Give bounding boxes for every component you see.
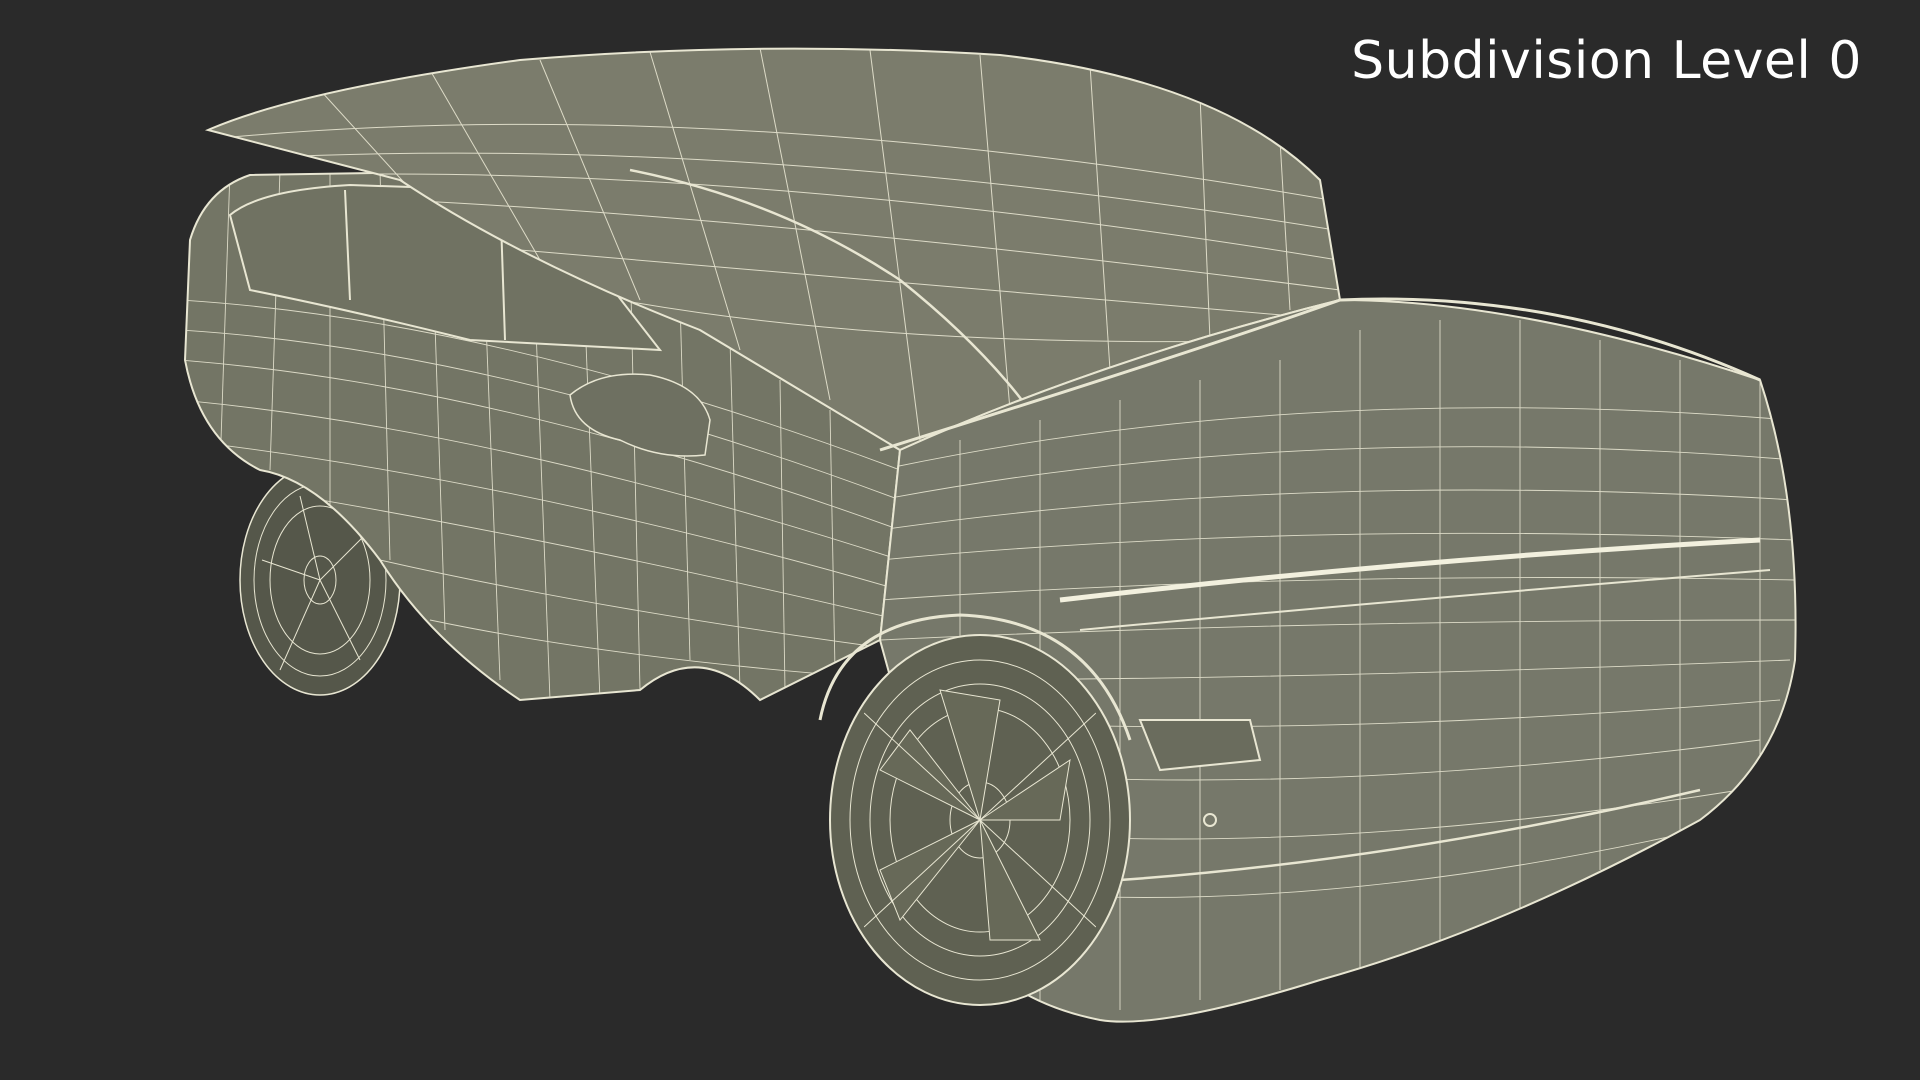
subdivision-level-label: Subdivision Level 0 bbox=[1351, 31, 1862, 91]
wireframe-car-render bbox=[183, 47, 1797, 1023]
front-wheel bbox=[829, 634, 1131, 1006]
